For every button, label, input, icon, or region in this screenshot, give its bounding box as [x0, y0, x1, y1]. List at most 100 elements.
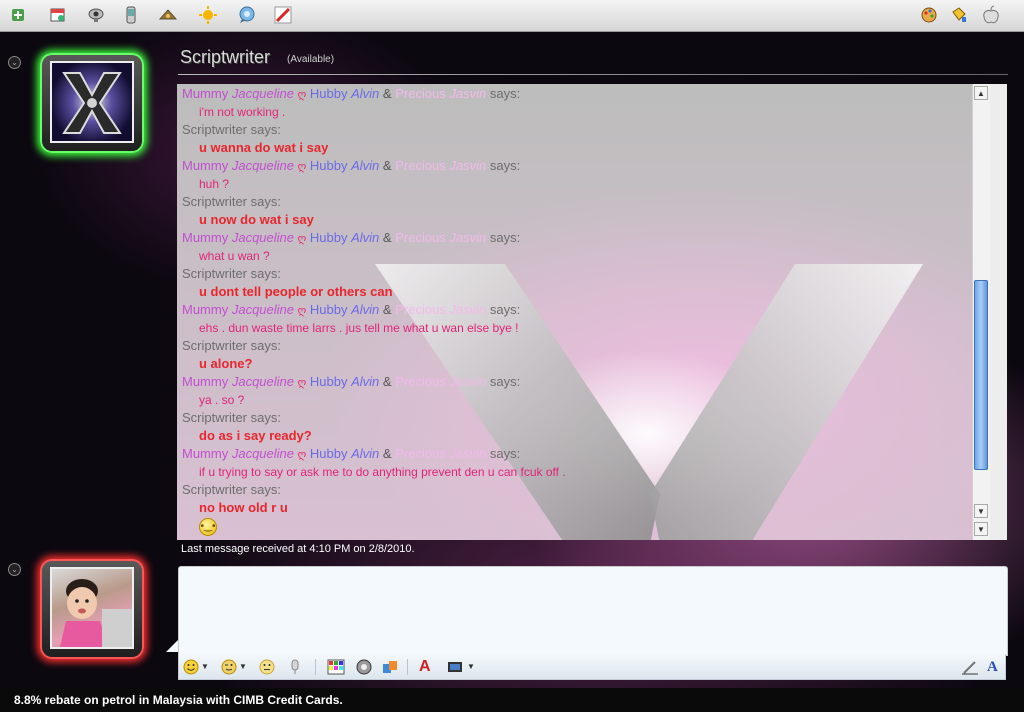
sender-mummy: Mummy	[182, 86, 229, 101]
message-text: if u trying to say or ask me to do anyth…	[199, 465, 566, 479]
message-input[interactable]	[178, 566, 1008, 656]
scroll-down-icon[interactable]: ▼	[974, 504, 988, 518]
sender-mummy: Mummy	[182, 158, 229, 173]
font-style-icon[interactable]: A	[987, 657, 998, 677]
heart-icon: ღ	[297, 377, 307, 389]
sender-precious: Precious	[395, 302, 446, 317]
says-label: says:	[489, 446, 521, 461]
calendar-icon[interactable]	[47, 5, 69, 25]
ampersand: &	[382, 158, 392, 173]
nudge-button[interactable]	[259, 657, 275, 677]
chat-bubble-icon[interactable]	[236, 5, 258, 25]
sender-jacqueline: Jacqueline	[231, 374, 294, 389]
scriptwriter-sender-line: Scriptwriter says:	[182, 338, 281, 353]
block-icon[interactable]	[272, 5, 294, 25]
ad-link[interactable]: 8.8% rebate on petrol in Malaysia with C…	[14, 693, 343, 707]
sender-hubby: Hubby	[309, 446, 348, 461]
wink-icon	[221, 659, 237, 675]
wink-button[interactable]: ▼	[221, 657, 247, 677]
sender-jasvin: Jasvin	[449, 230, 487, 245]
contact-display-picture[interactable]	[40, 53, 144, 153]
font-icon[interactable]: A	[419, 657, 431, 677]
sender-hubby: Hubby	[309, 374, 348, 389]
sender-precious: Precious	[395, 374, 446, 389]
sender-precious: Precious	[395, 158, 446, 173]
message-text: ya . so ?	[199, 393, 245, 407]
group-sender-line: Mummy Jacqueline ღ Hubby Alvin & Preciou…	[182, 85, 942, 103]
voice-clip-button[interactable]	[289, 657, 301, 677]
message-text: no how old r u	[199, 500, 288, 515]
webcam-icon[interactable]	[86, 5, 108, 25]
image-button[interactable]: ▼	[447, 657, 475, 677]
paint-palette-icon[interactable]	[918, 5, 940, 25]
paint-bucket-icon[interactable]	[948, 5, 970, 25]
toolbar-separator	[407, 659, 408, 675]
sender-hubby: Hubby	[309, 86, 348, 101]
message-text: u alone?	[199, 356, 253, 371]
group-sender-line: Mummy Jacqueline ღ Hubby Alvin & Preciou…	[182, 301, 942, 319]
add-contact-icon[interactable]	[8, 5, 30, 25]
emoticon-icon	[183, 659, 199, 675]
says-label: says:	[489, 86, 521, 101]
scrollbar-thumb[interactable]	[974, 280, 988, 470]
top-toolbar	[0, 0, 1024, 32]
group-sender-line: Mummy Jacqueline ღ Hubby Alvin & Preciou…	[182, 157, 942, 175]
sender-precious: Precious	[395, 86, 446, 101]
ampersand: &	[382, 302, 392, 317]
collapse-contact-picture-icon[interactable]: ⌄	[8, 56, 21, 69]
heart-icon: ღ	[297, 233, 307, 245]
apple-icon[interactable]	[980, 5, 1002, 25]
collapse-user-picture-icon[interactable]: ⌄	[8, 563, 21, 576]
group-sender-line: Mummy Jacqueline ღ Hubby Alvin & Preciou…	[182, 445, 942, 463]
sender-precious: Precious	[395, 446, 446, 461]
user-display-picture[interactable]	[40, 559, 144, 659]
heart-icon: ღ	[297, 89, 307, 101]
handwriting-icon	[962, 661, 978, 675]
sun-icon[interactable]	[197, 5, 219, 25]
games-icon[interactable]	[157, 5, 179, 25]
scriptwriter-sender-line: Scriptwriter says:	[182, 482, 281, 497]
send-file-icon	[356, 659, 372, 675]
says-label: says:	[489, 374, 521, 389]
chat-history: Mummy Jacqueline ღ Hubby Alvin & Preciou…	[177, 84, 972, 540]
sender-alvin: Alvin	[351, 158, 380, 173]
sender-jacqueline: Jacqueline	[231, 86, 294, 101]
ampersand: &	[382, 374, 392, 389]
message-list: Mummy Jacqueline ღ Hubby Alvin & Preciou…	[182, 85, 942, 536]
chat-scrollbar[interactable]: ▲ ▼ ▼	[972, 84, 990, 540]
message-text: do as i say ready?	[199, 428, 312, 443]
voice-clip-icon	[291, 659, 299, 674]
message-text: u dont tell people or others can	[199, 284, 393, 299]
send-file-button[interactable]	[355, 657, 373, 677]
heart-icon: ღ	[297, 449, 307, 461]
emoticon-line: •‿•	[182, 517, 942, 536]
sender-jasvin: Jasvin	[449, 374, 487, 389]
worried-emoticon-icon: •‿•	[199, 517, 217, 536]
ampersand: &	[382, 230, 392, 245]
emoticon-button[interactable]: ▼	[183, 657, 209, 677]
scriptwriter-sender-line: Scriptwriter says:	[182, 410, 281, 425]
mobile-phone-icon[interactable]	[120, 5, 142, 25]
image-icon	[448, 662, 462, 672]
sender-precious: Precious	[395, 230, 446, 245]
handwriting-button[interactable]	[961, 657, 979, 677]
sender-hubby: Hubby	[309, 302, 348, 317]
sender-jasvin: Jasvin	[449, 446, 487, 461]
background-button[interactable]	[327, 657, 345, 677]
ad-bar: 8.8% rebate on petrol in Malaysia with C…	[0, 688, 1024, 712]
sender-jasvin: Jasvin	[449, 302, 487, 317]
sender-jacqueline: Jacqueline	[231, 230, 294, 245]
heart-icon: ღ	[297, 305, 307, 317]
scriptwriter-sender-line: Scriptwriter says:	[182, 194, 281, 209]
sender-jacqueline: Jacqueline	[231, 446, 294, 461]
share-button[interactable]	[381, 657, 399, 677]
header-divider	[178, 74, 1008, 75]
sender-alvin: Alvin	[351, 446, 380, 461]
scroll-up-icon[interactable]: ▲	[974, 86, 988, 100]
sender-jacqueline: Jacqueline	[231, 302, 294, 317]
message-text: i'm not working .	[199, 105, 286, 119]
says-label: says:	[489, 302, 521, 317]
sender-jacqueline: Jacqueline	[231, 158, 294, 173]
scroll-bottom-icon[interactable]: ▼	[974, 522, 988, 536]
background-icon	[327, 659, 345, 675]
